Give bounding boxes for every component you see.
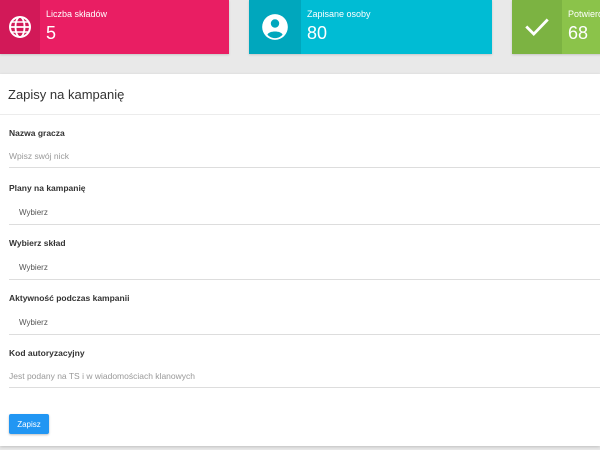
stat-label: Liczba składów: [46, 9, 108, 19]
nick-field: Nazwa gracza Wpisz swój nick: [9, 127, 600, 168]
globe-icon: [0, 0, 40, 54]
squad-field: Wybierz skład Wybierz: [9, 237, 600, 280]
auth-code-label: Kod autoryzacyjny: [9, 348, 85, 358]
dashboard: Liczba składów 5 Zapisane osoby 80 Potwi…: [0, 0, 600, 450]
stat-card-squads: Liczba składów 5: [0, 0, 229, 54]
check-icon: [512, 0, 562, 54]
stat-card-enrolled: Zapisane osoby 80: [249, 0, 492, 54]
plans-field: Plany na kampanię Wybierz: [9, 182, 600, 225]
squad-select[interactable]: Wybierz: [9, 258, 600, 280]
account-circle-icon: [249, 0, 301, 54]
activity-label: Aktywność podczas kampanii: [9, 293, 130, 303]
stat-value: 80: [307, 23, 328, 43]
stat-value: 5: [46, 23, 57, 43]
auth-code-input[interactable]: Jest podany na TS i w wiadomościach klan…: [9, 368, 600, 388]
stat-value: 68: [568, 23, 589, 43]
auth-code-field: Kod autoryzacyjny Jest podany na TS i w …: [9, 347, 600, 388]
nick-label: Nazwa gracza: [9, 128, 65, 138]
plans-label: Plany na kampanię: [9, 183, 86, 193]
form-header: Zapisy na kampanię: [0, 74, 600, 115]
activity-select[interactable]: Wybierz: [9, 313, 600, 335]
stat-card-confirmed: Potwierd 68: [512, 0, 600, 54]
stat-label: Zapisane osoby: [307, 9, 371, 19]
squad-label: Wybierz skład: [9, 238, 66, 248]
save-button[interactable]: Zapisz: [9, 414, 49, 434]
stat-label: Potwierd: [568, 9, 600, 19]
nick-input[interactable]: Wpisz swój nick: [9, 148, 600, 168]
plans-select[interactable]: Wybierz: [9, 203, 600, 225]
activity-field: Aktywność podczas kampanii Wybierz: [9, 292, 600, 335]
form-title: Zapisy na kampanię: [8, 86, 125, 102]
signup-form-card: Zapisy na kampanię Nazwa gracza Wpisz sw…: [0, 74, 600, 446]
